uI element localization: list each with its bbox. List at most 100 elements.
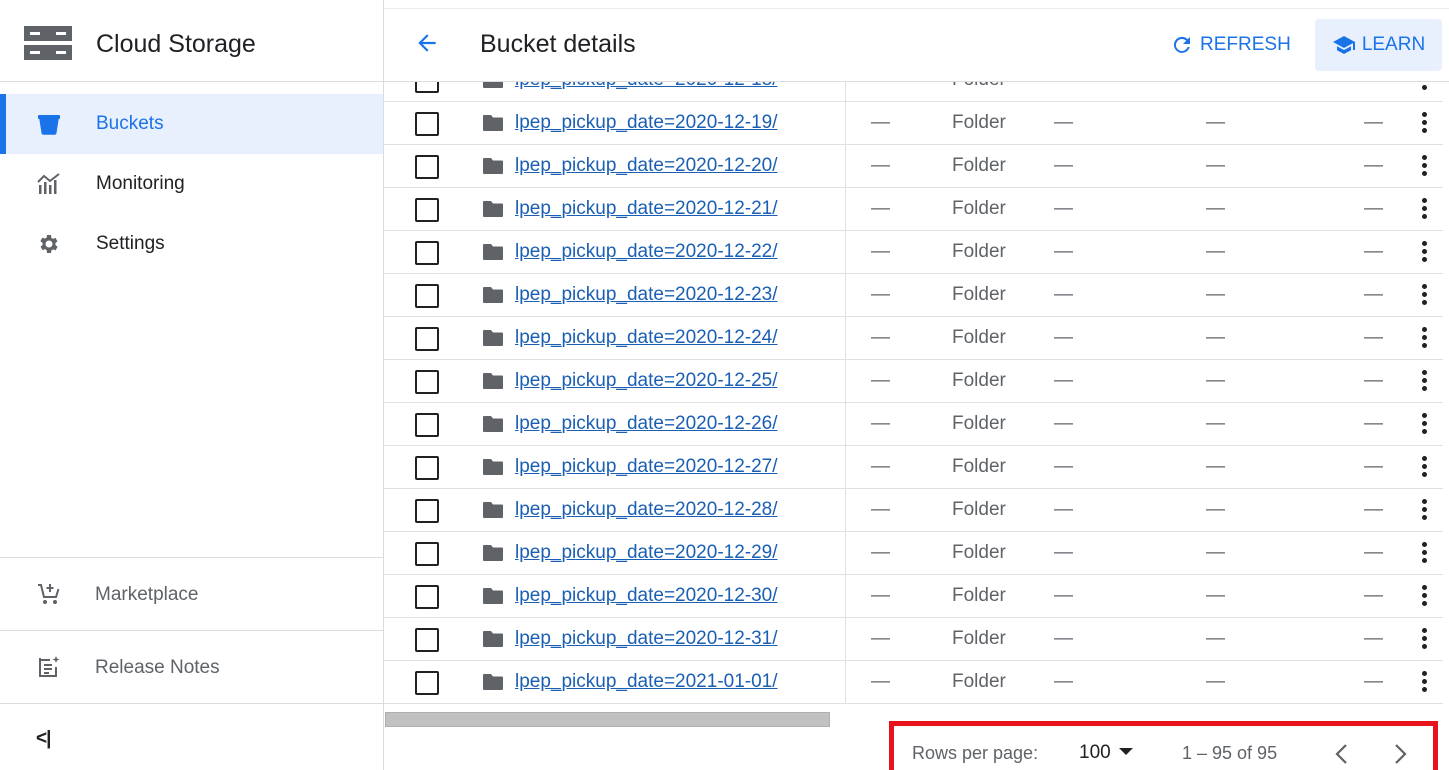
folder-link[interactable]: lpep_pickup_date=2020-12-19/ [515, 112, 778, 134]
created-cell: — [1054, 542, 1073, 563]
folder-icon [483, 459, 503, 475]
sidebar-item-label: Marketplace [95, 584, 199, 605]
storage-class-cell: — [1206, 284, 1225, 305]
folder-link[interactable]: lpep_pickup_date=2020-12-29/ [515, 542, 778, 564]
folder-icon [483, 244, 503, 260]
folder-link[interactable]: lpep_pickup_date=2020-12-22/ [515, 241, 778, 263]
row-checkbox[interactable] [415, 585, 439, 609]
row-checkbox[interactable] [415, 413, 439, 437]
more-vert-icon[interactable] [1418, 198, 1430, 222]
row-checkbox[interactable] [415, 112, 439, 136]
row-checkbox[interactable] [415, 155, 439, 179]
folder-link[interactable]: lpep_pickup_date=2020-12-28/ [515, 499, 778, 521]
rows-per-page-select[interactable]: 100 [1079, 742, 1111, 764]
more-vert-icon[interactable] [1418, 112, 1430, 136]
row-checkbox[interactable] [415, 198, 439, 222]
rows-per-page-label: Rows per page: [912, 743, 1039, 763]
column-divider [845, 489, 846, 532]
row-checkbox[interactable] [415, 370, 439, 394]
folder-link[interactable]: lpep_pickup_date=2020-12-23/ [515, 284, 778, 306]
table-row: lpep_pickup_date=2020-12-20/ — Folder — — — [384, 145, 1443, 188]
folder-icon [483, 588, 503, 604]
created-cell: — [1054, 155, 1073, 176]
collapse-sidebar-button[interactable]: <| [36, 728, 51, 750]
folder-link[interactable]: lpep_pickup_date=2020-12-30/ [515, 585, 778, 607]
chevron-left-icon[interactable] [1332, 742, 1352, 766]
size-cell: — [871, 198, 890, 219]
chevron-right-icon[interactable] [1390, 742, 1410, 766]
type-cell: Folder [952, 155, 1006, 176]
sidebar-item-label: Monitoring [96, 173, 185, 194]
folder-icon [483, 674, 503, 690]
sidebar-divider [0, 703, 383, 704]
sidebar-item-marketplace[interactable]: Marketplace [0, 558, 383, 630]
folder-link[interactable]: lpep_pickup_date=2021-01-01/ [515, 671, 778, 693]
cloud-storage-logo-icon [24, 26, 72, 60]
folder-link[interactable]: lpep_pickup_date=2020-12-25/ [515, 370, 778, 392]
modified-cell: — [1364, 499, 1383, 520]
more-vert-icon[interactable] [1418, 413, 1430, 437]
table-row: lpep_pickup_date=2020-12-22/ — Folder — — — [384, 231, 1443, 274]
horizontal-scrollbar[interactable] [385, 712, 830, 727]
type-cell: Folder [952, 499, 1006, 520]
row-checkbox[interactable] [415, 284, 439, 308]
folder-icon [483, 330, 503, 346]
folder-link[interactable]: lpep_pickup_date=2020-12-24/ [515, 327, 778, 349]
more-vert-icon[interactable] [1418, 456, 1430, 480]
notes-icon [39, 656, 60, 677]
row-checkbox[interactable] [415, 542, 439, 566]
more-vert-icon[interactable] [1418, 628, 1430, 652]
column-divider [845, 145, 846, 188]
sidebar-item-buckets[interactable]: Buckets [0, 94, 383, 154]
sidebar-item-settings[interactable]: Settings [0, 214, 383, 274]
row-checkbox[interactable] [415, 327, 439, 351]
more-vert-icon[interactable] [1418, 370, 1430, 394]
refresh-button[interactable]: REFRESH [1170, 30, 1291, 60]
more-vert-icon[interactable] [1418, 241, 1430, 265]
column-divider [845, 317, 846, 360]
row-checkbox[interactable] [415, 82, 439, 93]
folder-link[interactable]: lpep_pickup_date=2020-12-31/ [515, 628, 778, 650]
sidebar-item-label: Settings [96, 233, 165, 254]
more-vert-icon[interactable] [1418, 284, 1430, 308]
row-checkbox[interactable] [415, 671, 439, 695]
row-checkbox[interactable] [415, 628, 439, 652]
learn-button[interactable]: LEARN [1315, 19, 1442, 71]
sidebar-item-release-notes[interactable]: Release Notes [0, 631, 383, 703]
sidebar-item-label: Release Notes [95, 657, 220, 678]
folder-icon [483, 115, 503, 131]
type-cell: Folder [952, 671, 1006, 692]
row-checkbox[interactable] [415, 456, 439, 480]
folder-link[interactable]: lpep_pickup_date=2020-12-27/ [515, 456, 778, 478]
more-vert-icon[interactable] [1418, 155, 1430, 179]
type-cell: Folder [952, 327, 1006, 348]
back-arrow-icon[interactable] [414, 30, 440, 56]
product-title: Cloud Storage [96, 30, 256, 58]
modified-cell: — [1364, 456, 1383, 477]
dropdown-caret-icon[interactable] [1119, 748, 1133, 755]
column-divider [845, 532, 846, 575]
folder-link[interactable]: lpep_pickup_date=2020-12-21/ [515, 198, 778, 220]
row-checkbox[interactable] [415, 241, 439, 265]
storage-class-cell: — [1206, 499, 1225, 520]
more-vert-icon[interactable] [1418, 585, 1430, 609]
monitoring-icon [37, 173, 60, 194]
type-cell: Folder [952, 112, 1006, 133]
school-icon [1332, 36, 1355, 54]
more-vert-icon[interactable] [1418, 327, 1430, 351]
folder-icon [483, 416, 503, 432]
folder-icon [483, 201, 503, 217]
more-vert-icon[interactable] [1418, 542, 1430, 566]
size-cell: — [871, 112, 890, 133]
folder-link[interactable]: lpep_pickup_date=2020-12-20/ [515, 155, 778, 177]
more-vert-icon[interactable] [1418, 499, 1430, 523]
row-checkbox[interactable] [415, 499, 439, 523]
sidebar-item-monitoring[interactable]: Monitoring [0, 154, 383, 214]
more-vert-icon[interactable] [1418, 82, 1430, 93]
storage-class-cell: — [1206, 628, 1225, 649]
folder-link[interactable]: lpep_pickup_date=2020-12-18/ [515, 82, 778, 91]
created-cell: — [1054, 198, 1073, 219]
folder-link[interactable]: lpep_pickup_date=2020-12-26/ [515, 413, 778, 435]
learn-label: LEARN [1361, 34, 1426, 55]
more-vert-icon[interactable] [1418, 671, 1430, 695]
